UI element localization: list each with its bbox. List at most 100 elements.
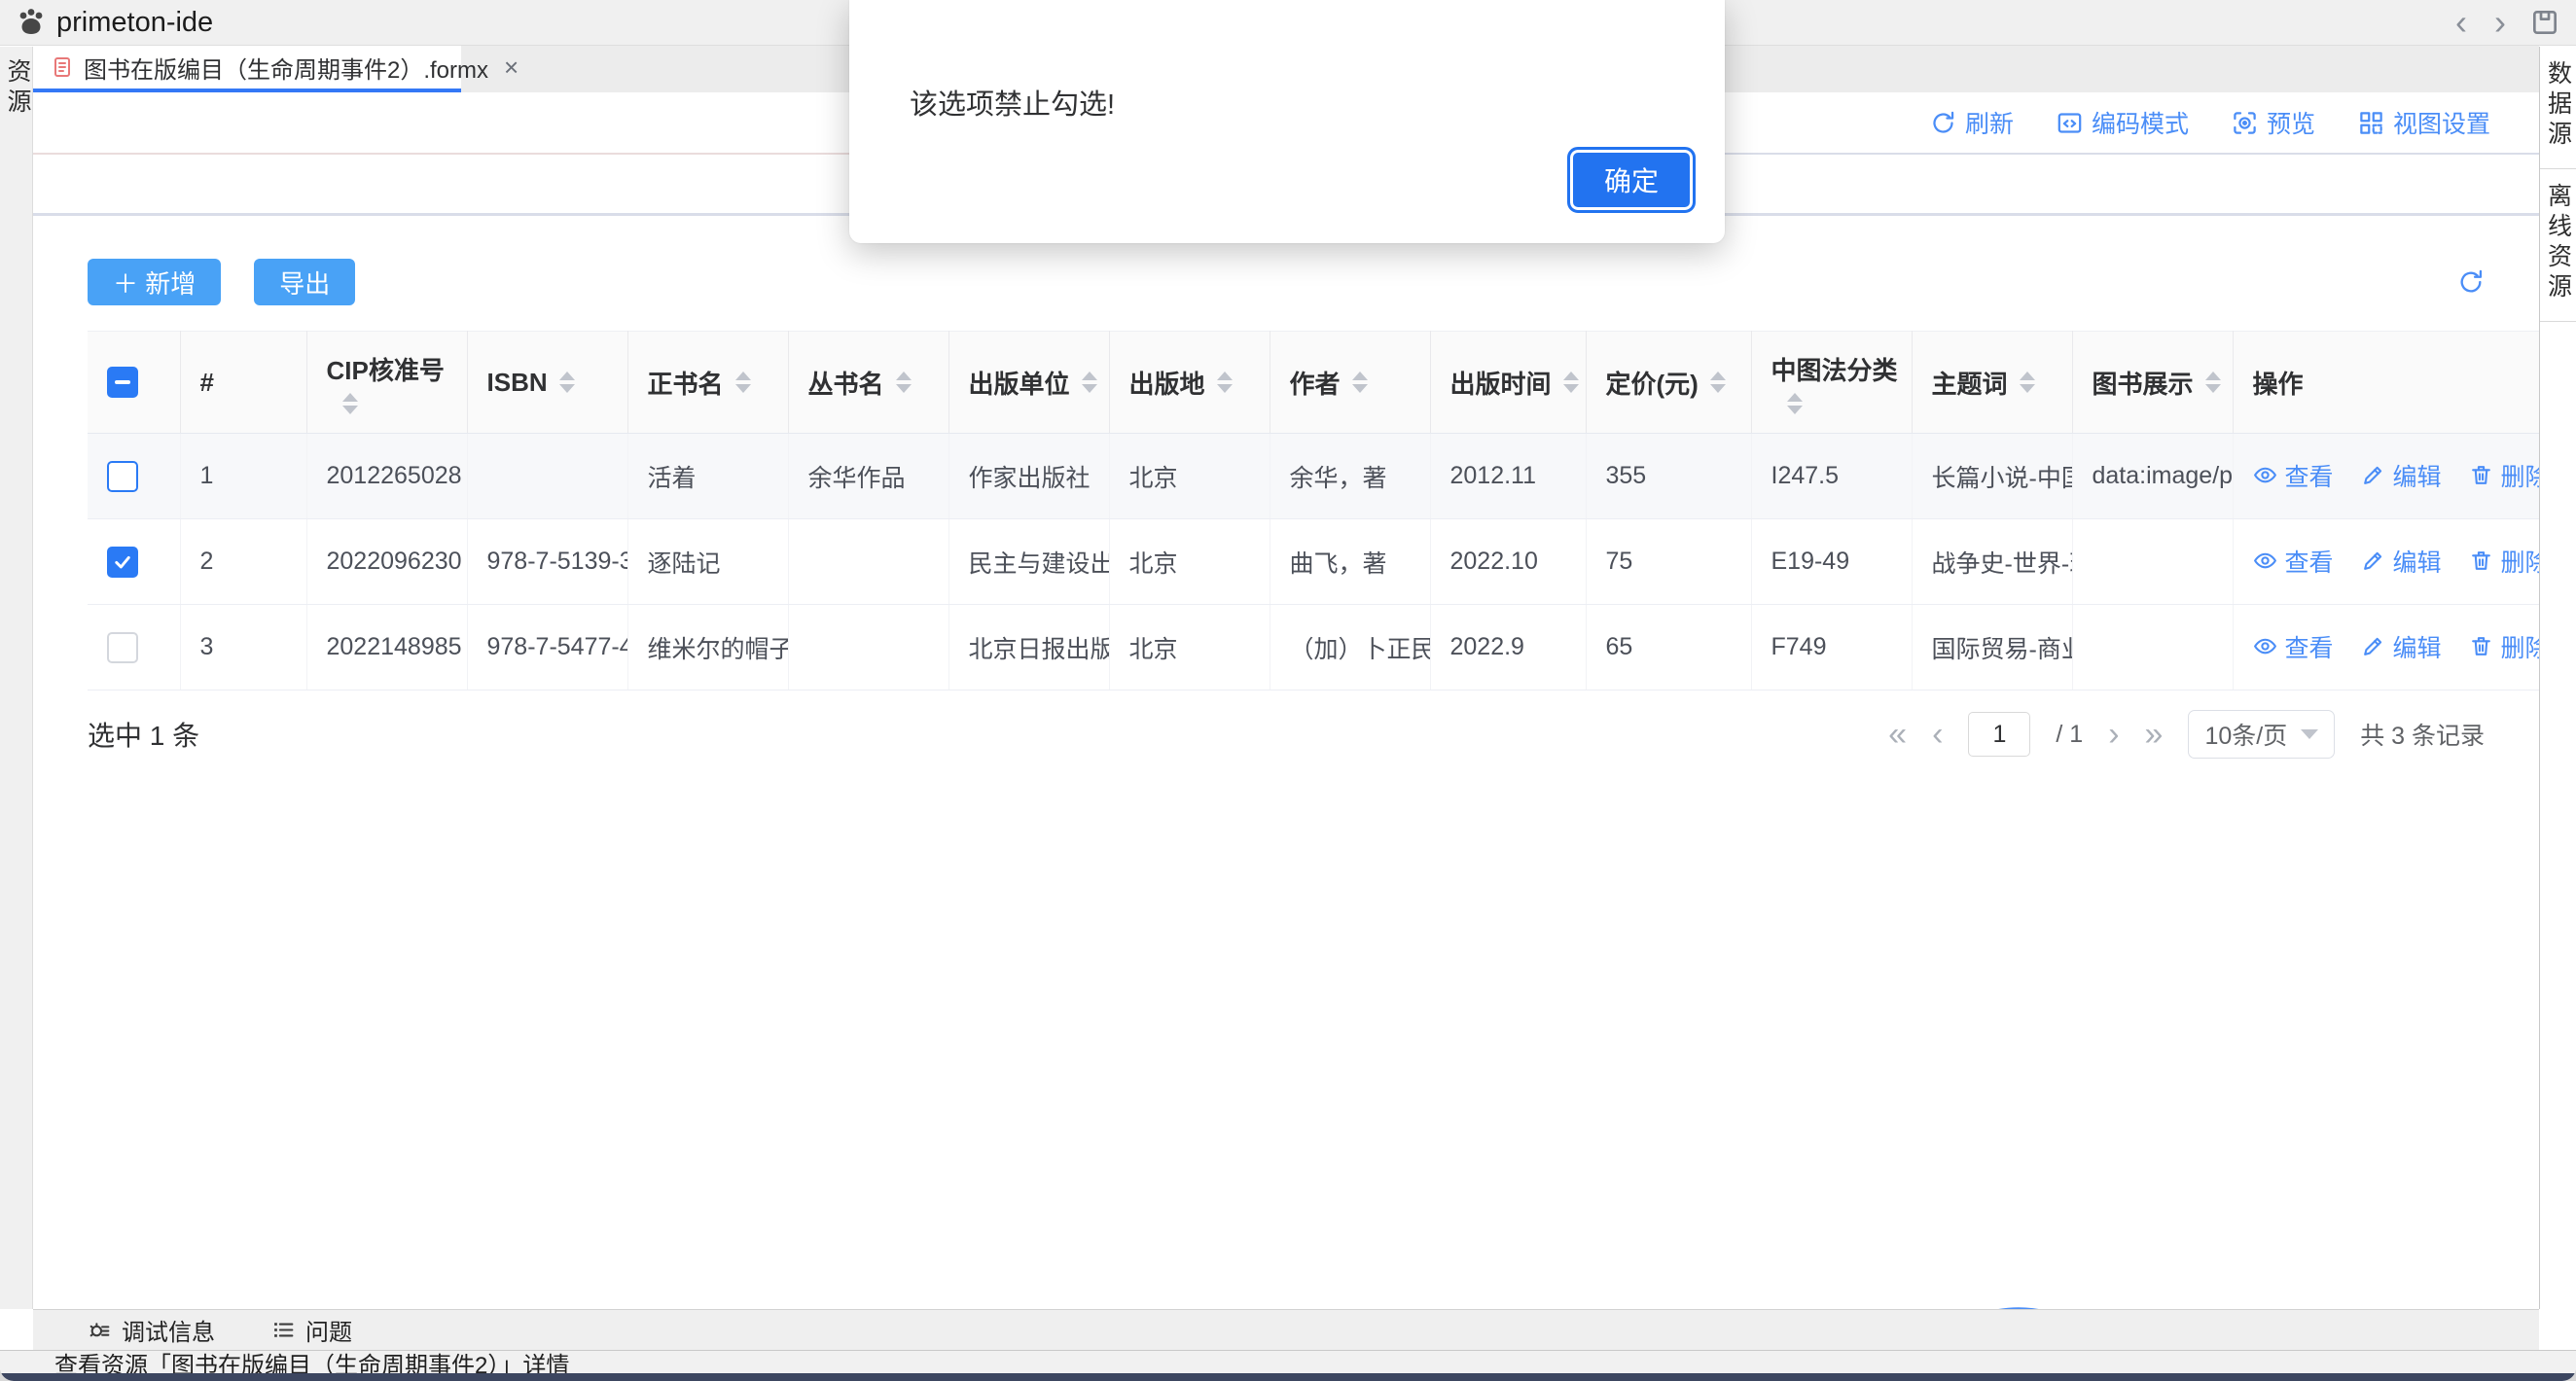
column-header-正书名[interactable]: 正书名 xyxy=(627,332,788,434)
column-header-中图法分类[interactable]: 中图法分类 xyxy=(1751,332,1912,434)
sort-arrows-icon[interactable] xyxy=(1217,372,1233,393)
toolbar-action-编码模式[interactable]: 编码模式 xyxy=(2057,105,2189,140)
column-header-出版单位[interactable]: 出版单位 xyxy=(948,332,1109,434)
bottom-bar-item-调试信息[interactable]: 调试信息 xyxy=(88,1313,215,1347)
first-page-icon[interactable]: « xyxy=(1888,718,1907,751)
row-checkbox[interactable] xyxy=(107,461,138,492)
column-label: # xyxy=(200,368,214,398)
row-action-label: 编辑 xyxy=(2393,629,2442,664)
table-cell: 355 xyxy=(1586,434,1751,519)
row-action-查看[interactable]: 查看 xyxy=(2253,544,2334,579)
code-mode-icon xyxy=(2057,110,2083,136)
ok-button[interactable]: 确定 xyxy=(1567,147,1696,213)
sort-arrows-icon[interactable] xyxy=(559,372,575,393)
table-cell: 75 xyxy=(1586,519,1751,605)
table-cell: 曲飞，著 xyxy=(1270,519,1430,605)
sort-arrows-icon[interactable] xyxy=(2205,372,2221,393)
sort-arrows-icon[interactable] xyxy=(896,372,912,393)
row-action-label: 查看 xyxy=(2285,629,2334,664)
sidebar-item-resources[interactable]: 资源 xyxy=(0,58,35,119)
table-cell: 国际贸易-商业 xyxy=(1912,605,2072,690)
table-row: 12012265028活着余华作品作家出版社北京余华，著2012.11355I2… xyxy=(88,434,2555,519)
table-cell: 战争史-世界-现 xyxy=(1912,519,2072,605)
column-header-定价(元)[interactable]: 定价(元) xyxy=(1586,332,1751,434)
table-cell: 逐陆记 xyxy=(627,519,788,605)
table-footer: 选中 1 条 « ‹ 1 / 1 › » 10条/页 共 3 条记录 xyxy=(88,710,2485,759)
row-action-查看[interactable]: 查看 xyxy=(2253,458,2334,493)
app-title: primeton-ide xyxy=(56,7,213,39)
column-header-作者[interactable]: 作者 xyxy=(1270,332,1430,434)
sort-arrows-icon[interactable] xyxy=(1563,372,1579,393)
prev-page-icon[interactable]: ‹ xyxy=(1932,718,1943,751)
page-number-input[interactable]: 1 xyxy=(1968,712,2030,757)
sort-arrows-icon[interactable] xyxy=(1352,372,1368,393)
sort-arrows-icon[interactable] xyxy=(2020,372,2035,393)
row-checkbox[interactable] xyxy=(107,547,138,578)
page-size-select[interactable]: 10条/页 xyxy=(2188,710,2335,759)
table-cell xyxy=(2072,605,2233,690)
column-label: 出版时间 xyxy=(1450,365,1552,401)
save-icon[interactable] xyxy=(2529,7,2560,38)
tab-form-file[interactable]: 图书在版编目（生命周期事件2）.formx × xyxy=(33,46,461,92)
table-cell: 2022.9 xyxy=(1430,605,1586,690)
right-sidebar-item-1[interactable]: 离线资源 xyxy=(2540,169,2576,322)
table-cell: 余华，著 xyxy=(1270,434,1430,519)
column-label: 作者 xyxy=(1290,365,1341,401)
table-refresh-icon[interactable] xyxy=(2457,268,2485,296)
row-action-编辑[interactable]: 编辑 xyxy=(2361,629,2442,664)
toolbar-action-视图设置[interactable]: 视图设置 xyxy=(2358,105,2490,140)
refresh-icon xyxy=(1930,110,1956,136)
toolbar-action-预览[interactable]: 预览 xyxy=(2232,105,2315,140)
column-label: 图书展示 xyxy=(2093,365,2194,401)
column-header-ISBN[interactable]: ISBN xyxy=(467,332,627,434)
bottom-bar-item-问题[interactable]: 问题 xyxy=(271,1313,352,1347)
add-button[interactable]: ＋ 新增 xyxy=(88,259,221,305)
last-page-icon[interactable]: » xyxy=(2145,718,2164,751)
row-action-删除[interactable]: 删除 xyxy=(2469,544,2550,579)
column-header-图书展示[interactable]: 图书展示 xyxy=(2072,332,2233,434)
table-cell xyxy=(2072,519,2233,605)
column-label: 出版单位 xyxy=(969,365,1070,401)
column-header-出版时间[interactable]: 出版时间 xyxy=(1430,332,1586,434)
table-cell: 2022.10 xyxy=(1430,519,1586,605)
bottom-bar-item-label: 问题 xyxy=(305,1313,352,1347)
column-header-丛书名[interactable]: 丛书名 xyxy=(788,332,948,434)
tab-close-icon[interactable]: × xyxy=(504,53,519,83)
bottom-bar-item-label: 调试信息 xyxy=(122,1313,215,1347)
nav-forward-icon[interactable]: › xyxy=(2481,8,2520,37)
toolbar-action-刷新[interactable]: 刷新 xyxy=(1930,105,2014,140)
row-action-删除[interactable]: 删除 xyxy=(2469,458,2550,493)
chevron-down-icon xyxy=(2301,729,2318,739)
sort-arrows-icon[interactable] xyxy=(342,393,358,414)
row-action-删除[interactable]: 删除 xyxy=(2469,629,2550,664)
column-label: 正书名 xyxy=(648,365,724,401)
next-page-icon[interactable]: › xyxy=(2108,718,2119,751)
select-all-checkbox[interactable] xyxy=(107,367,138,398)
debug-icon xyxy=(88,1318,112,1342)
right-sidebar-item-0[interactable]: 数据源 xyxy=(2540,47,2576,169)
edit-icon xyxy=(2361,634,2385,658)
sort-arrows-icon[interactable] xyxy=(1710,372,1726,393)
column-header-主题词[interactable]: 主题词 xyxy=(1912,332,2072,434)
row-action-编辑[interactable]: 编辑 xyxy=(2361,544,2442,579)
table-cell: 北京日报出版社 xyxy=(948,605,1109,690)
nav-back-icon[interactable]: ‹ xyxy=(2442,8,2481,37)
sort-arrows-icon[interactable] xyxy=(735,372,751,393)
row-action-编辑[interactable]: 编辑 xyxy=(2361,458,2442,493)
column-header-CIP核准号[interactable]: CIP核准号 xyxy=(306,332,467,434)
column-header-出版地[interactable]: 出版地 xyxy=(1109,332,1270,434)
row-action-查看[interactable]: 查看 xyxy=(2253,629,2334,664)
table-cell: 2012265028 xyxy=(306,434,467,519)
alert-message: 该选项禁止勾选! xyxy=(910,82,1115,123)
sort-arrows-icon[interactable] xyxy=(1082,372,1097,393)
row-action-label: 查看 xyxy=(2285,544,2334,579)
sort-arrows-icon[interactable] xyxy=(1787,393,1803,414)
view-icon xyxy=(2253,463,2277,487)
left-sidebar: 资源 xyxy=(0,47,33,1309)
table-cell: 2022096230 xyxy=(306,519,467,605)
app-logo-icon xyxy=(16,7,47,38)
row-action-label: 编辑 xyxy=(2393,544,2442,579)
row-checkbox[interactable] xyxy=(107,632,138,663)
export-button[interactable]: 导出 xyxy=(254,259,355,305)
row-actions-cell: 查看 编辑删除 xyxy=(2233,519,2555,605)
